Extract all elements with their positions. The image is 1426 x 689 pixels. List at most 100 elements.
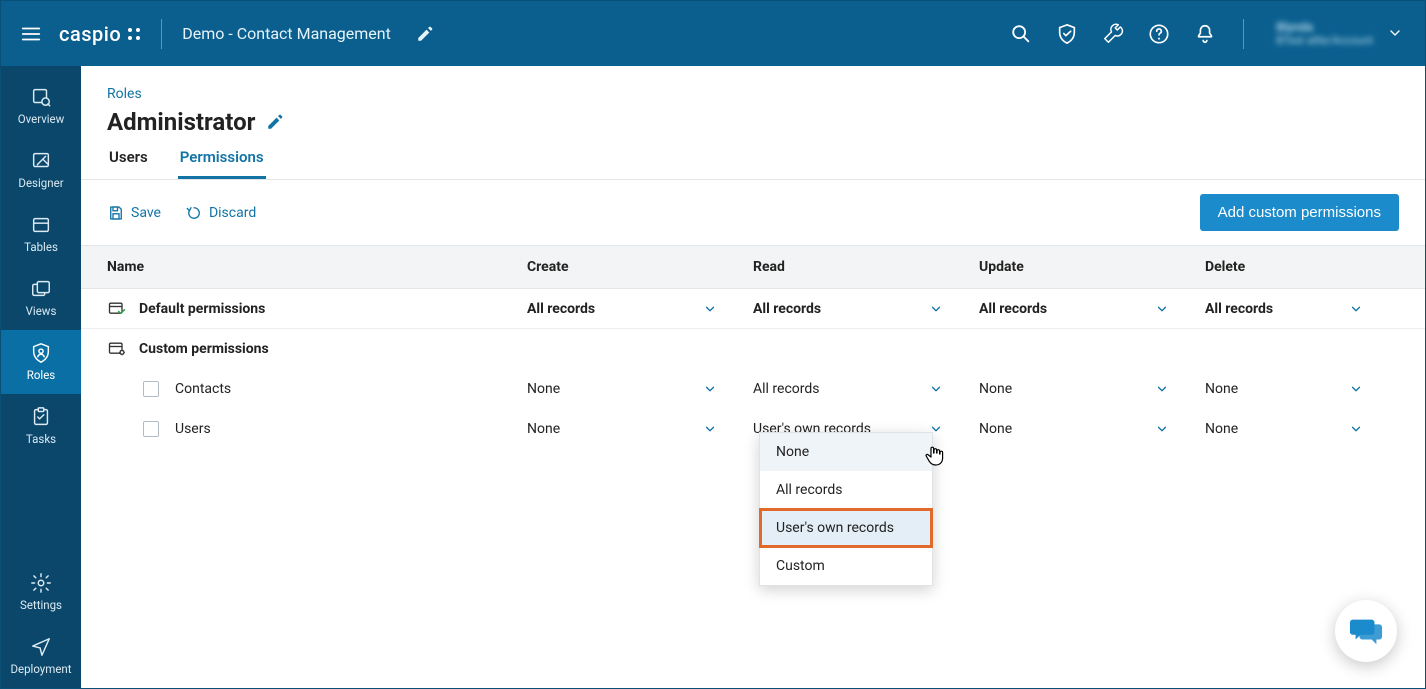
user-menu[interactable]: Blynda BTest allte/Account [1276,20,1407,48]
breadcrumb-link-roles[interactable]: Roles [107,86,142,102]
main-content: Roles Administrator Users Permissions Sa… [81,66,1425,688]
column-update: Update [979,259,1205,275]
header-separator [1243,19,1244,49]
dropdown-option-custom[interactable]: Custom [760,547,932,585]
perm-read-contacts[interactable]: All records [753,381,979,397]
column-create: Create [527,259,753,275]
perm-delete-contacts[interactable]: None [1205,381,1399,397]
row-name: Users [175,421,211,437]
sidebar-item-designer[interactable]: Designer [1,138,81,202]
chevron-down-icon [1155,302,1169,316]
sidebar-item-deployment[interactable]: Deployment [1,624,81,688]
roles-icon [30,342,52,364]
table-row: Users None User's own records None None [81,409,1425,449]
perm-read-default[interactable]: All records [753,301,979,317]
actions-bar: Save Discard Add custom permissions [81,180,1425,245]
sidebar-item-overview[interactable]: Overview [1,74,81,138]
sidebar-item-roles[interactable]: Roles [1,330,81,394]
perm-update-contacts[interactable]: None [979,381,1205,397]
save-label: Save [131,205,161,221]
read-permission-dropdown[interactable]: None All records User's own records Cust… [759,432,933,586]
discard-icon [185,204,203,222]
table-row: Contacts None All records None None [81,369,1425,409]
chevron-down-icon [703,302,717,316]
add-custom-permissions-button[interactable]: Add custom permissions [1200,194,1399,231]
column-delete: Delete [1205,259,1399,275]
perm-delete-default[interactable]: All records [1205,301,1399,317]
sidebar-item-label: Deployment [10,662,71,676]
sidebar-item-label: Views [26,304,57,318]
perm-create-default[interactable]: All records [527,301,753,317]
sidebar-item-label: Tables [24,240,58,254]
brand-logo[interactable]: caspio [59,22,141,46]
sidebar-item-label: Roles [27,368,55,382]
user-line1: Blynda [1276,20,1373,34]
chat-button[interactable] [1335,600,1397,662]
default-permissions-icon [107,299,127,319]
perm-delete-users[interactable]: None [1205,421,1399,437]
table-header: Name Create Read Update Delete [81,245,1425,289]
sidebar: Overview Designer Tables Views Roles Tas… [1,66,81,688]
header-separator [161,19,162,49]
chevron-down-icon [1155,382,1169,396]
help-icon[interactable] [1147,22,1171,46]
checkbox[interactable] [143,421,159,437]
section-label: Custom permissions [139,341,269,357]
row-name: Contacts [175,381,231,397]
chevron-down-icon [703,382,717,396]
sidebar-item-tasks[interactable]: Tasks [1,394,81,458]
section-label: Default permissions [139,301,265,317]
perm-create-contacts[interactable]: None [527,381,753,397]
section-custom-permissions: Custom permissions [81,329,1425,369]
custom-permissions-icon [107,339,127,359]
wrench-icon[interactable] [1101,22,1125,46]
sidebar-item-settings[interactable]: Settings [1,560,81,624]
overview-icon [30,86,52,108]
chevron-down-icon [1349,302,1363,316]
chevron-down-icon [929,382,943,396]
pencil-icon[interactable] [265,112,285,132]
gear-icon [30,572,52,594]
perm-create-users[interactable]: None [527,421,753,437]
tabs: Users Permissions [81,148,1425,180]
column-read: Read [753,259,979,275]
brand-logo-icon [127,27,141,41]
save-button[interactable]: Save [107,204,161,222]
discard-label: Discard [209,205,256,221]
brand-logo-text: caspio [59,22,121,46]
shield-check-icon[interactable] [1055,22,1079,46]
user-info: Blynda BTest allte/Account [1276,20,1373,48]
app-name: Demo - Contact Management [182,24,391,43]
chevron-down-icon [1155,422,1169,436]
header-actions: Blynda BTest allte/Account [1009,19,1407,49]
perm-update-default[interactable]: All records [979,301,1205,317]
perm-update-users[interactable]: None [979,421,1205,437]
checkbox[interactable] [143,381,159,397]
dropdown-option-users-own-records[interactable]: User's own records [760,509,932,547]
section-default-permissions: Default permissions All records All reco… [81,289,1425,329]
tab-users[interactable]: Users [107,148,150,179]
chevron-down-icon [1349,422,1363,436]
chevron-down-icon [929,302,943,316]
app-header: caspio Demo - Contact Management Blynda [1,1,1425,66]
tables-icon [30,214,52,236]
dropdown-option-none[interactable]: None [760,433,932,471]
save-icon [107,204,125,222]
page-title: Administrator [107,108,255,136]
sidebar-item-label: Overview [18,112,65,126]
user-line2: BTest allte/Account [1276,34,1373,47]
breadcrumb: Roles [81,66,1425,102]
search-icon[interactable] [1009,22,1033,46]
dropdown-option-all-records[interactable]: All records [760,471,932,509]
hamburger-icon[interactable] [19,22,43,46]
sidebar-item-label: Settings [20,598,62,612]
sidebar-item-tables[interactable]: Tables [1,202,81,266]
chevron-down-icon [703,422,717,436]
tab-permissions[interactable]: Permissions [178,148,266,179]
discard-button[interactable]: Discard [185,204,256,222]
sidebar-item-views[interactable]: Views [1,266,81,330]
tasks-icon [30,406,52,428]
chevron-down-icon [1349,382,1363,396]
pencil-icon[interactable] [413,22,437,46]
bell-icon[interactable] [1193,22,1217,46]
